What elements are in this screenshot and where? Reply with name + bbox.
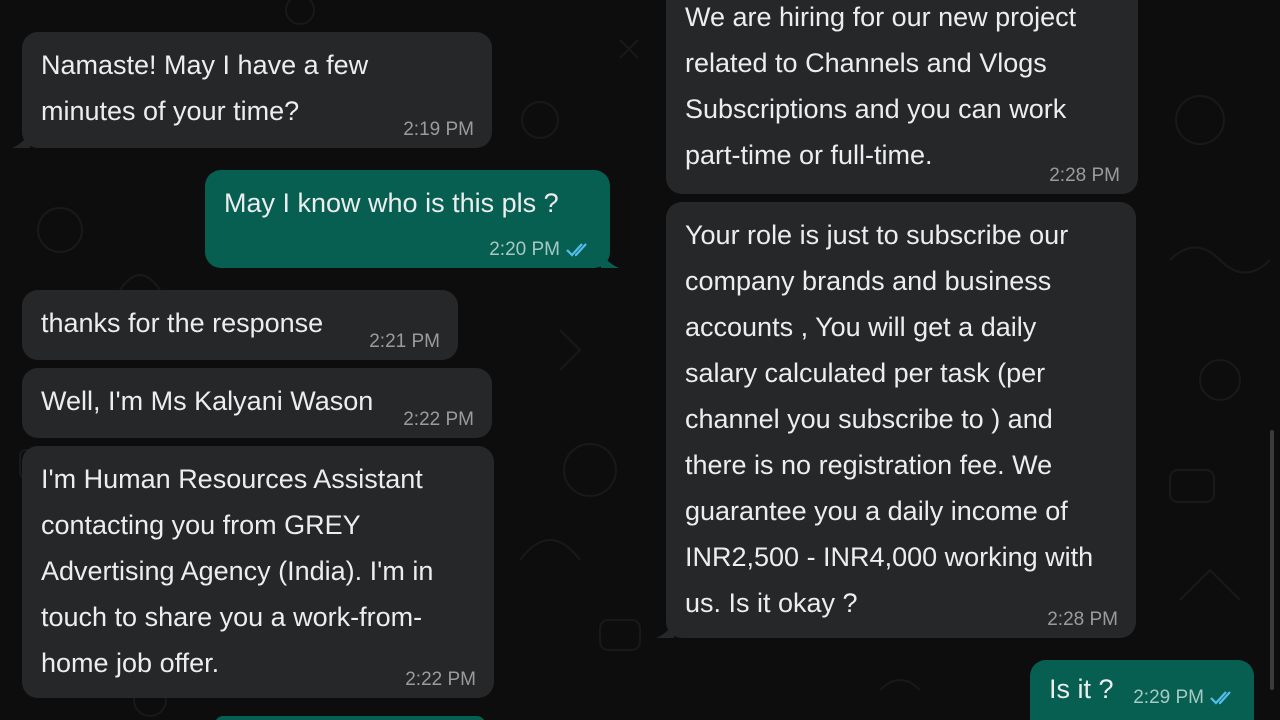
message-time: 2:28 PM <box>1047 609 1118 630</box>
message-outgoing-partial <box>215 716 485 720</box>
message-meta: 2:22 PM <box>403 408 474 432</box>
chat-screen: Namaste! May I have a few minutes of you… <box>0 0 1280 720</box>
double-check-icon <box>1210 691 1231 705</box>
message-incoming-6[interactable]: Your role is just to subscribe our compa… <box>666 202 1136 638</box>
message-incoming-1[interactable]: Namaste! May I have a few minutes of you… <box>22 32 492 148</box>
message-time: 2:20 PM <box>489 239 560 260</box>
bubble-tail <box>656 620 674 638</box>
message-incoming-4[interactable]: I'm Human Resources Assistant contacting… <box>22 446 494 698</box>
double-check-icon <box>566 243 587 257</box>
bubble-tail <box>601 250 619 268</box>
message-meta: 2:22 PM <box>405 668 476 692</box>
message-time: 2:28 PM <box>1049 165 1120 186</box>
bubble-tail <box>12 130 30 148</box>
message-meta: 2:29 PM <box>1133 686 1236 710</box>
message-text: I'm Human Resources Assistant contacting… <box>41 464 434 678</box>
message-meta: 2:28 PM <box>1047 608 1118 632</box>
message-outgoing-2[interactable]: Is it ? 2:29 PM <box>1030 660 1254 720</box>
message-outgoing-1[interactable]: May I know who is this pls ? 2:20 PM <box>205 170 610 268</box>
message-text: Your role is just to subscribe our compa… <box>685 220 1094 618</box>
message-time: 2:21 PM <box>369 331 440 352</box>
message-time: 2:22 PM <box>405 669 476 690</box>
message-time: 2:22 PM <box>403 409 474 430</box>
message-incoming-2[interactable]: thanks for the response 2:21 PM <box>22 290 458 360</box>
scrollbar[interactable] <box>1270 430 1274 690</box>
message-meta: 2:19 PM <box>403 118 474 142</box>
message-incoming-5[interactable]: We are hiring for our new project relate… <box>666 0 1138 194</box>
message-meta: 2:20 PM <box>489 238 592 262</box>
message-time: 2:29 PM <box>1133 687 1204 708</box>
message-meta: 2:28 PM <box>1049 164 1120 188</box>
message-time: 2:19 PM <box>403 119 474 140</box>
message-meta: 2:21 PM <box>369 330 440 354</box>
message-text: We are hiring for our new project relate… <box>685 2 1077 170</box>
message-text: May I know who is this pls ? <box>224 188 559 218</box>
message-incoming-3[interactable]: Well, I'm Ms Kalyani Wason 2:22 PM <box>22 368 492 438</box>
